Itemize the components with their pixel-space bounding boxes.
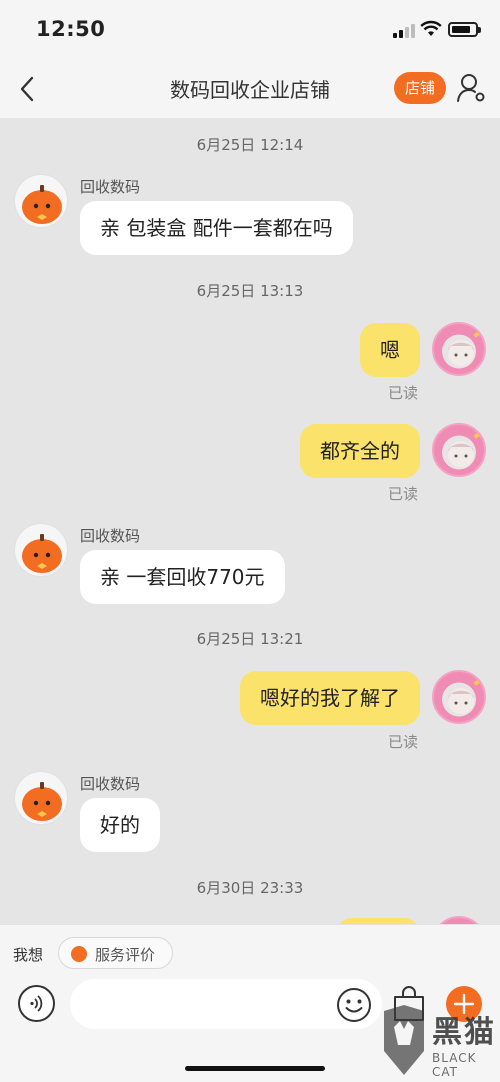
wifi-icon	[420, 20, 442, 36]
battery-icon	[448, 22, 481, 37]
message-bubble[interactable]: 嗯	[360, 323, 420, 377]
sender-name: 回收数码	[80, 527, 141, 545]
status-time: 12:50	[36, 17, 106, 41]
cellular-signal-icon	[393, 24, 415, 38]
message-bubble[interactable]: 亲 一套回收770元	[80, 550, 285, 604]
chat-timestamp: 6月25日 13:13	[196, 282, 304, 300]
anime-avatar-icon	[448, 431, 483, 467]
watermark-sub: BLACK CAT	[432, 1051, 477, 1079]
user-avatar[interactable]	[432, 670, 486, 724]
voice-input-button[interactable]	[18, 985, 55, 1022]
shop-avatar[interactable]	[14, 174, 68, 228]
pumpkin-mascot-icon	[22, 782, 62, 821]
shop-avatar[interactable]	[14, 771, 68, 825]
suggest-label: 我想	[13, 946, 44, 964]
shop-button[interactable]: 店铺	[394, 72, 446, 104]
read-status: 已读	[388, 733, 419, 751]
read-status: 已读	[388, 384, 419, 402]
service-review-label: 服务评价	[95, 946, 156, 964]
user-settings-icon[interactable]	[456, 72, 486, 104]
input-bar: 我想 服务评价 黑猫 BLACK CAT	[0, 924, 500, 1082]
nav-bar: 数码回收企业店铺 店铺	[0, 60, 500, 118]
message-bubble[interactable]: 都齐全的	[300, 424, 420, 478]
cat-logo-icon	[384, 1005, 424, 1075]
anime-avatar-icon	[448, 330, 483, 366]
read-status: 已读	[388, 485, 419, 503]
shop-avatar[interactable]	[14, 523, 68, 577]
black-cat-watermark: 黑猫 BLACK CAT	[380, 1003, 500, 1082]
message-bubble[interactable]: 好的	[80, 798, 160, 852]
anime-avatar-icon	[448, 678, 483, 714]
message-bubble[interactable]: 嗯好的我了解了	[240, 671, 420, 725]
sender-name: 回收数码	[80, 178, 141, 196]
chat-timestamp: 6月25日 13:21	[196, 630, 304, 648]
status-bar: 12:50	[0, 0, 500, 60]
pumpkin-mascot-icon	[22, 534, 62, 573]
chat-area[interactable]: 6月25日 12:14 回收数码 亲 包装盒 配件一套都在吗 6月25日 13:…	[0, 118, 500, 924]
chat-timestamp: 6月25日 12:14	[196, 136, 304, 154]
user-avatar[interactable]	[432, 423, 486, 477]
emoji-icon[interactable]	[336, 987, 372, 1023]
watermark-text: 黑猫	[432, 1015, 496, 1050]
chat-timestamp: 6月30日 23:33	[196, 879, 304, 897]
pumpkin-mascot-icon	[22, 185, 62, 224]
message-bubble[interactable]: 亲 包装盒 配件一套都在吗	[80, 201, 353, 255]
review-icon	[71, 946, 87, 962]
voice-wave-icon	[30, 995, 43, 1012]
user-avatar[interactable]	[432, 916, 486, 924]
sender-name: 回收数码	[80, 775, 141, 793]
user-avatar[interactable]	[432, 322, 486, 376]
home-indicator	[185, 1066, 325, 1071]
service-review-chip[interactable]: 服务评价	[58, 937, 173, 969]
